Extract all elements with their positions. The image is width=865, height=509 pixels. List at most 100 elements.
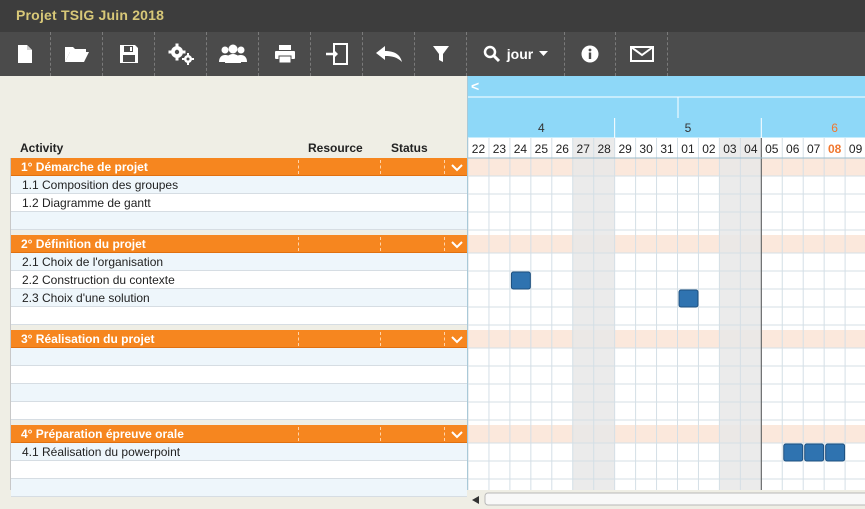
group-row[interactable]: 1° Démarche de projet <box>11 158 468 176</box>
day-label: 03 <box>723 142 737 156</box>
mail-button[interactable] <box>616 32 668 76</box>
task-row[interactable] <box>11 212 468 230</box>
users-button[interactable] <box>207 32 259 76</box>
day-label: 22 <box>472 142 486 156</box>
column-separator <box>380 160 381 174</box>
filter-button[interactable] <box>415 32 467 76</box>
timescale-nav-band <box>468 76 865 97</box>
task-row[interactable] <box>11 479 468 497</box>
task-row[interactable]: 2.2 Construction du contexte <box>11 271 468 289</box>
group-row[interactable]: 4° Préparation épreuve orale <box>11 425 468 443</box>
task-row[interactable]: 2.3 Choix d'une solution <box>11 289 468 307</box>
file-icon <box>18 45 32 63</box>
window-title: Projet TSIG Juin 2018 <box>16 7 165 23</box>
task-bar[interactable] <box>804 443 825 462</box>
floppy-icon <box>119 45 138 63</box>
gantt-canvas[interactable]: <4 5 6 22 23 24 25 26 27 28 29 30 31 01 02 03 04 05 06 07 08… <box>468 76 865 490</box>
gears-icon <box>168 43 194 65</box>
column-separator <box>298 237 299 251</box>
task-label: 4.1 Réalisation du powerpoint <box>22 445 181 459</box>
chevron-down-icon[interactable] <box>449 159 465 175</box>
task-row[interactable] <box>11 384 468 402</box>
title-bar: Projet TSIG Juin 2018 <box>0 0 865 32</box>
timescale-prev-arrow[interactable]: < <box>471 78 479 94</box>
task-row[interactable] <box>11 366 468 384</box>
gantt-group-row <box>468 330 865 348</box>
undo-button[interactable] <box>363 32 415 76</box>
day-label: 07 <box>807 142 821 156</box>
grid-column-header: Activity Resource Status <box>10 138 467 158</box>
task-bar[interactable] <box>678 289 699 308</box>
task-row[interactable] <box>11 461 468 479</box>
printer-icon <box>274 45 295 64</box>
column-header-activity[interactable]: Activity <box>20 141 63 155</box>
chevron-down-icon[interactable] <box>449 426 465 442</box>
task-row[interactable] <box>11 307 468 325</box>
gantt-group-row <box>468 235 865 253</box>
group-row[interactable]: 3° Réalisation du projet <box>11 330 468 348</box>
column-separator <box>380 332 381 346</box>
week-label: 4 <box>538 121 545 135</box>
grid-header-spacer <box>0 76 467 138</box>
task-label: 2.2 Construction du contexte <box>22 273 175 287</box>
column-separator <box>444 427 445 441</box>
weekend-column <box>593 138 615 490</box>
task-bar[interactable] <box>783 443 804 462</box>
filter-funnel-icon <box>432 46 449 62</box>
gantt-group-gap <box>468 325 865 330</box>
task-bar[interactable] <box>825 443 846 462</box>
day-label: 26 <box>556 142 570 156</box>
weekend-column <box>740 138 762 490</box>
open-folder-button[interactable] <box>51 32 103 76</box>
gantt-horizontal-scrollbar[interactable] <box>467 490 865 509</box>
scrollbar-thumb[interactable] <box>484 492 865 506</box>
export-button[interactable] <box>311 32 363 76</box>
column-header-status[interactable]: Status <box>391 141 428 155</box>
gantt-group-gap <box>468 230 865 235</box>
day-label: 05 <box>765 142 779 156</box>
zoom-label: jour <box>506 46 534 62</box>
new-file-button[interactable] <box>0 32 51 76</box>
group-label: 4° Préparation épreuve orale <box>21 427 184 441</box>
task-label: 1.2 Diagramme de gantt <box>22 196 151 210</box>
day-label: 28 <box>597 142 611 156</box>
caret-down-icon <box>539 51 549 56</box>
chevron-down-icon[interactable] <box>449 236 465 252</box>
gantt-chart[interactable]: <4 5 6 22 23 24 25 26 27 28 29 30 31 01 02 03 04 05 06 07 08… <box>467 76 865 490</box>
save-button[interactable] <box>103 32 155 76</box>
day-label: 31 <box>660 142 674 156</box>
gantt-group-row <box>468 425 865 443</box>
envelope-icon <box>629 46 654 62</box>
task-label: 1.1 Composition des groupes <box>22 178 179 192</box>
task-row[interactable] <box>11 402 468 420</box>
column-separator <box>380 427 381 441</box>
group-row[interactable]: 2° Définition du projet <box>11 235 468 253</box>
day-label: 08 <box>828 142 842 156</box>
chevron-down-icon[interactable] <box>449 331 465 347</box>
zoom-dropdown[interactable]: jour <box>467 32 565 76</box>
day-label: 27 <box>577 142 591 156</box>
print-button[interactable] <box>259 32 311 76</box>
day-label: 25 <box>535 142 549 156</box>
task-row[interactable]: 1.2 Diagramme de gantt <box>11 194 468 212</box>
week-label: 6 <box>831 121 838 135</box>
task-row[interactable]: 1.1 Composition des groupes <box>11 176 468 194</box>
column-separator <box>298 427 299 441</box>
day-label: 06 <box>786 142 800 156</box>
weekend-column <box>719 138 741 490</box>
toolbar: jour <box>0 32 865 76</box>
task-bar[interactable] <box>510 271 531 290</box>
users-icon <box>218 44 247 63</box>
task-row[interactable]: 4.1 Réalisation du powerpoint <box>11 443 468 461</box>
folder-open-icon <box>64 47 89 62</box>
day-label: 01 <box>681 142 695 156</box>
timescale-month-band <box>468 97 865 118</box>
column-header-resource[interactable]: Resource <box>308 141 363 155</box>
scroll-left-arrow-icon[interactable] <box>472 496 479 504</box>
column-separator <box>380 237 381 251</box>
undo-arrow-icon <box>375 46 402 62</box>
task-row[interactable] <box>11 348 468 366</box>
settings-button[interactable] <box>155 32 207 76</box>
task-row[interactable]: 2.1 Choix de l'organisation <box>11 253 468 271</box>
info-button[interactable] <box>565 32 616 76</box>
